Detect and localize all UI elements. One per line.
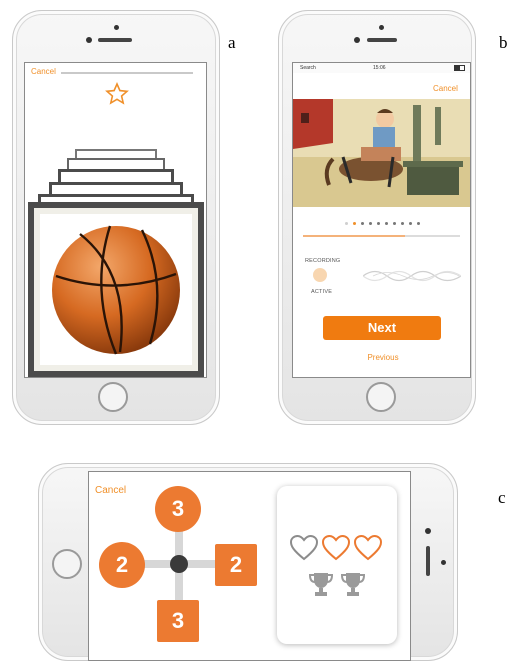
status-bar: Search 15:06 [293, 63, 470, 73]
speaker [367, 38, 397, 42]
page-dot[interactable] [417, 222, 420, 225]
camera [354, 37, 360, 43]
progress-fill [303, 235, 406, 237]
page-dot[interactable] [409, 222, 412, 225]
page-dot[interactable] [385, 222, 388, 225]
page-dot[interactable] [345, 222, 348, 225]
reward-card [277, 486, 397, 644]
star-icon[interactable] [105, 82, 129, 106]
next-button[interactable]: Next [323, 316, 441, 340]
audio-waveform [363, 270, 461, 282]
battery-icon [454, 65, 465, 71]
screen-c: Cancel 3 2 2 3 [88, 471, 411, 661]
speaker [98, 38, 132, 42]
label-b: b [499, 33, 508, 52]
heart-icon [353, 534, 383, 561]
node-top[interactable]: 3 [155, 486, 201, 532]
cross-center-dot [170, 555, 188, 573]
camera [425, 528, 431, 534]
flash-card[interactable] [28, 202, 204, 377]
active-label: ACTIVE [311, 289, 333, 295]
speaker [426, 546, 430, 576]
label-c: c [498, 488, 506, 507]
recording-label: RECORDING [305, 258, 341, 264]
camera [86, 37, 92, 43]
record-indicator[interactable] [313, 268, 327, 282]
page-dot[interactable] [361, 222, 364, 225]
label-a: a [228, 33, 236, 52]
trophy-icon [340, 573, 366, 596]
cancel-button[interactable]: Cancel [95, 485, 126, 496]
screen-b: Search 15:06 Cancel RECORDING ACTIVE Nex… [292, 62, 471, 378]
node-bottom[interactable]: 3 [157, 600, 199, 642]
screen-a: Cancel [24, 62, 207, 378]
basketball-image [52, 225, 180, 355]
page-dot[interactable] [377, 222, 380, 225]
page-dots [345, 222, 425, 226]
story-illustration [293, 99, 470, 207]
cancel-button[interactable]: Cancel [433, 84, 458, 93]
page-dot[interactable] [369, 222, 372, 225]
trophy-icon [308, 573, 334, 596]
progress-track [303, 235, 460, 237]
sensor [114, 25, 119, 30]
heart-icon [321, 534, 351, 561]
cancel-button[interactable]: Cancel [31, 67, 56, 76]
sensor [441, 560, 446, 565]
home-button[interactable] [366, 382, 396, 412]
node-right[interactable]: 2 [215, 544, 257, 586]
home-button[interactable] [98, 382, 128, 412]
heart-icon [289, 534, 319, 561]
previous-button[interactable]: Previous [353, 353, 413, 362]
page-dot[interactable] [393, 222, 396, 225]
sensor [379, 25, 384, 30]
node-left[interactable]: 2 [99, 542, 145, 588]
home-button[interactable] [52, 549, 82, 579]
status-carrier: Search [300, 65, 316, 71]
progress-line [61, 72, 193, 74]
page-dot[interactable] [353, 222, 356, 225]
status-time: 15:06 [373, 65, 386, 71]
page-dot[interactable] [401, 222, 404, 225]
